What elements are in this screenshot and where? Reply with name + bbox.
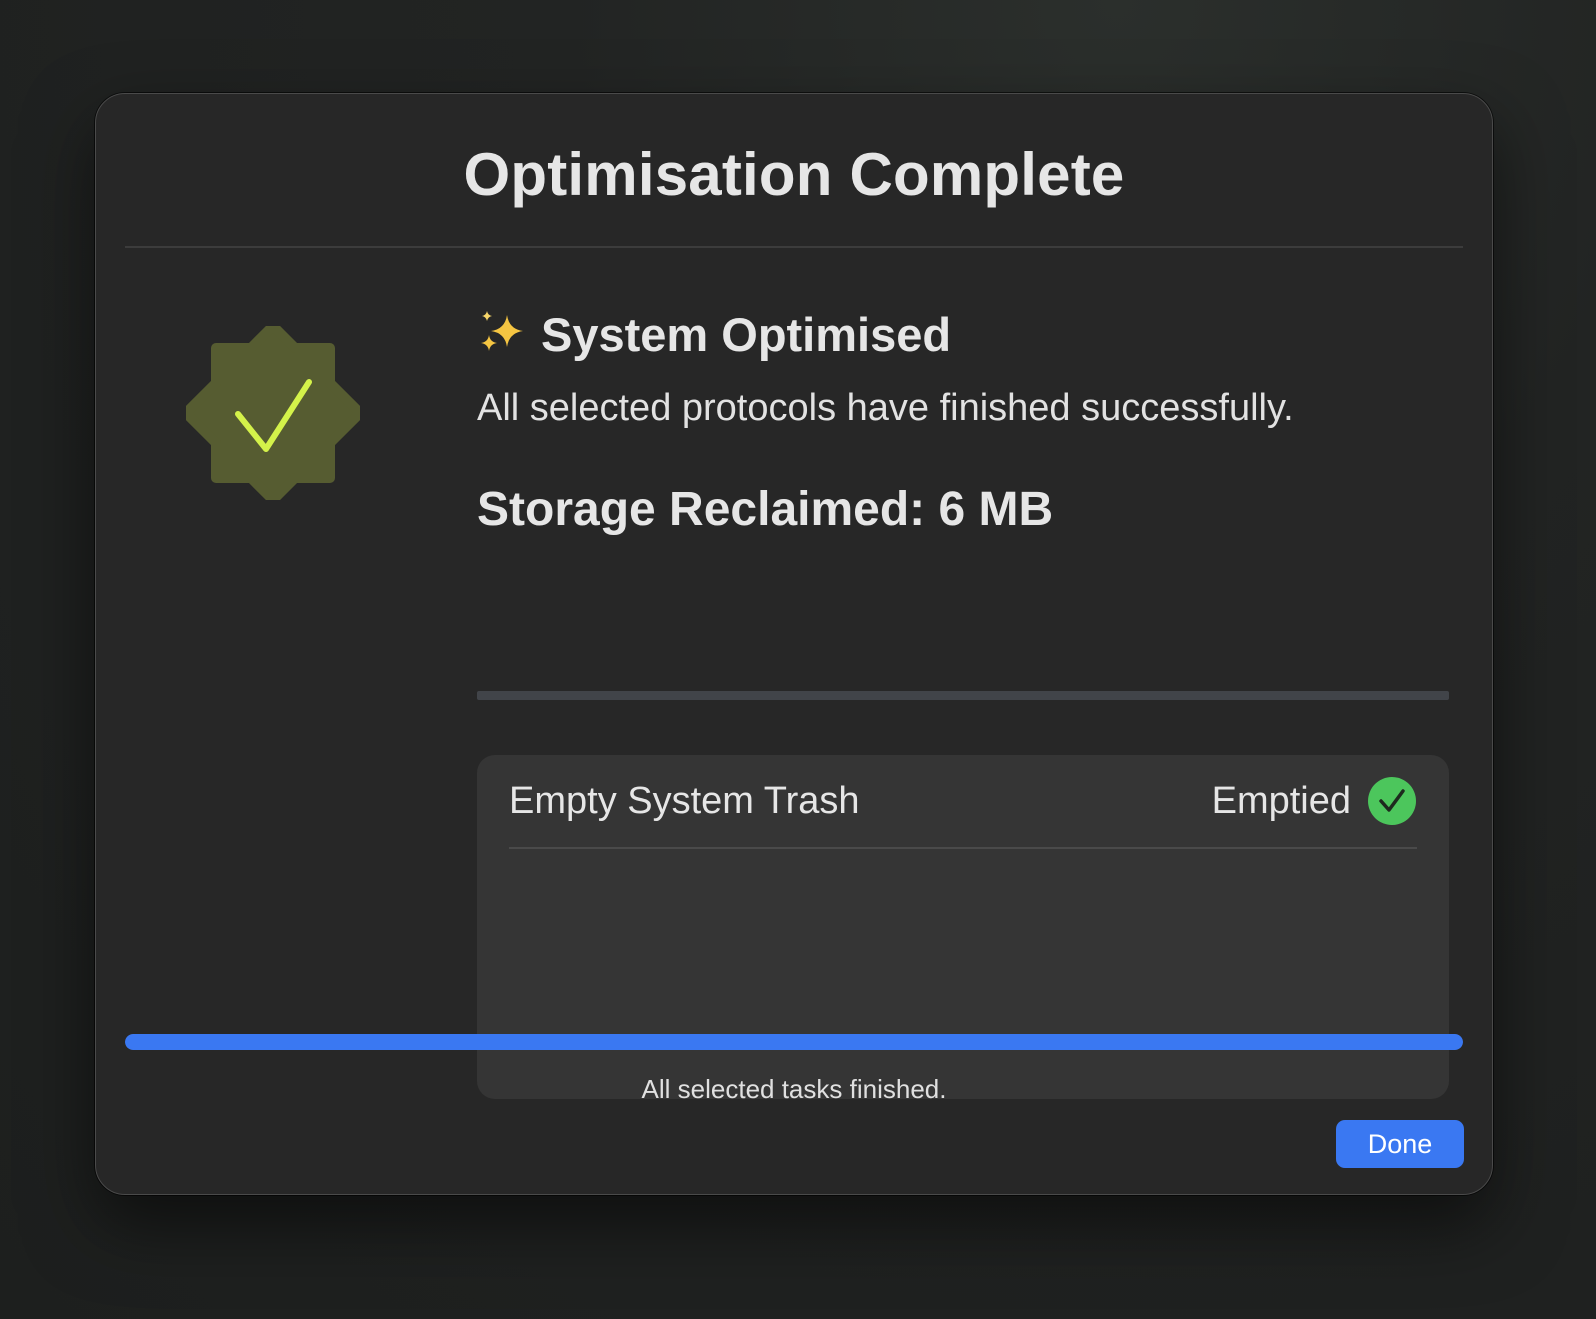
summary-content: System Optimised All selected protocols … [477, 304, 1449, 1099]
task-status-group: Emptied [1212, 776, 1417, 826]
headline-row: System Optimised [477, 304, 1449, 364]
task-name: Empty System Trash [509, 779, 860, 822]
headline: System Optimised [541, 307, 952, 361]
checkmark-circle-icon [1368, 777, 1416, 825]
task-row: Empty System Trash Emptied [509, 755, 1417, 849]
task-status: Emptied [1211, 779, 1351, 822]
storage-reclaimed: Storage Reclaimed: 6 MB [477, 483, 1054, 536]
title-divider [125, 246, 1463, 248]
dialog-title: Optimisation Complete [463, 141, 1125, 208]
overall-progress-bar [125, 1034, 1463, 1050]
checkmark-seal-icon [186, 326, 360, 500]
done-button[interactable]: Done [1336, 1120, 1464, 1168]
optimisation-complete-dialog: Optimisation Complete System Optimised A… [95, 93, 1493, 1195]
progress-status-text: All selected tasks finished. [641, 1074, 947, 1104]
sparkles-icon [481, 311, 523, 351]
progress-fill [125, 1034, 1463, 1050]
subtext: All selected protocols have finished suc… [477, 387, 1294, 429]
storage-divider-bar [477, 691, 1449, 700]
